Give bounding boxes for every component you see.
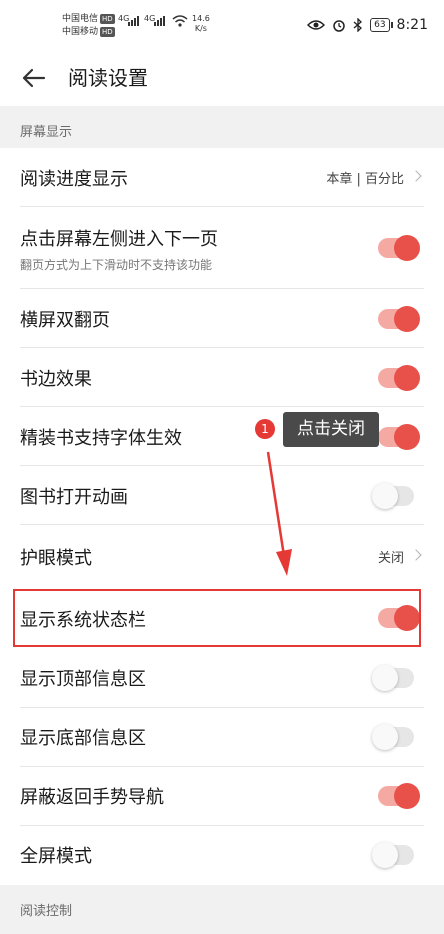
toggle-switch[interactable]: [372, 483, 414, 509]
bluetooth-icon: [353, 18, 363, 32]
setting-label: 图书打开动画: [20, 487, 128, 508]
setting-label: 显示顶部信息区: [20, 669, 146, 690]
toggle-knob: [372, 665, 398, 691]
toggle-knob: [372, 842, 398, 868]
setting-value: 关闭: [377, 551, 404, 566]
setting-fullscreen-mode[interactable]: 全屏模式: [0, 826, 444, 885]
toggle-switch[interactable]: [378, 605, 420, 631]
carrier-2: 中国移动: [62, 27, 99, 37]
app-header: 阅读设置: [0, 52, 444, 106]
setting-tap-left-next-page[interactable]: 点击屏幕左侧进入下一页 翻页方式为上下滑动时不支持该功能: [0, 207, 444, 289]
setting-label: 横屏双翻页: [20, 310, 110, 331]
speed-unit: K/s: [194, 24, 207, 33]
toggle-knob: [394, 365, 420, 391]
toggle-knob: [372, 724, 398, 750]
setting-block-back-gesture[interactable]: 屏蔽返回手势导航: [0, 767, 444, 826]
eye-icon: [307, 20, 326, 30]
setting-label: 阅读进度显示: [20, 169, 128, 190]
wifi-icon: [172, 15, 188, 27]
toggle-knob: [394, 306, 420, 332]
alarm-icon: [333, 20, 345, 32]
clock: 8:21: [396, 17, 428, 33]
setting-label: 精装书支持字体生效: [20, 428, 182, 449]
setting-landscape-double-page[interactable]: 横屏双翻页: [0, 289, 444, 348]
toggle-switch[interactable]: [378, 235, 420, 261]
signal-icon: [128, 16, 139, 26]
toggle-switch[interactable]: [378, 424, 420, 450]
setting-show-system-status-bar[interactable]: 显示系统状态栏: [0, 590, 444, 646]
battery-indicator: 63: [370, 18, 394, 32]
toggle-knob: [394, 424, 420, 450]
step-badge: 1: [255, 419, 275, 439]
setting-book-open-animation[interactable]: 图书打开动画: [0, 466, 444, 525]
back-arrow-icon[interactable]: [20, 64, 48, 92]
section-header-screen-display: 屏幕显示: [0, 106, 444, 148]
section-title: 阅读控制: [20, 904, 73, 919]
chevron-right-icon: [410, 170, 422, 182]
chevron-right-icon: [410, 549, 422, 561]
network-speed: 14.6 K/s: [192, 14, 210, 34]
setting-label: 显示系统状态栏: [20, 610, 146, 631]
setting-label: 护眼模式: [20, 548, 92, 569]
setting-label: 全屏模式: [20, 846, 92, 867]
toggle-knob: [372, 483, 398, 509]
setting-reading-progress[interactable]: 阅读进度显示 本章 | 百分比: [0, 148, 444, 207]
hd-badge: HD: [100, 27, 115, 37]
toggle-switch[interactable]: [378, 306, 420, 332]
setting-show-top-info[interactable]: 显示顶部信息区: [0, 649, 444, 708]
toggle-switch[interactable]: [372, 842, 414, 868]
toggle-switch[interactable]: [378, 783, 420, 809]
annotation-tooltip: 点击关闭: [283, 412, 379, 447]
setting-book-edge-effect[interactable]: 书边效果: [0, 348, 444, 407]
section-title: 屏幕显示: [20, 125, 73, 140]
toggle-knob: [394, 235, 420, 261]
page-title: 阅读设置: [68, 66, 148, 90]
status-bar: 中国电信 HD 中国移动 HD 4G 4G 14.6 K/s 63 8:21: [0, 0, 444, 52]
toggle-switch[interactable]: [372, 665, 414, 691]
carrier-1: 中国电信: [62, 14, 99, 24]
section-header-reading-control: 阅读控制: [0, 885, 444, 934]
setting-value: 本章 | 百分比: [326, 172, 404, 187]
setting-description: 翻页方式为上下滑动时不支持该功能: [20, 258, 213, 272]
toggle-switch[interactable]: [372, 724, 414, 750]
carrier-info: 中国电信 HD 中国移动 HD: [62, 13, 115, 39]
setting-show-bottom-info[interactable]: 显示底部信息区: [0, 708, 444, 767]
setting-eye-care-mode[interactable]: 护眼模式 关闭: [0, 525, 444, 587]
setting-label: 显示底部信息区: [20, 728, 146, 749]
setting-label: 点击屏幕左侧进入下一页: [20, 229, 218, 250]
signal-icon: [154, 16, 165, 26]
setting-label: 书边效果: [20, 369, 92, 390]
toggle-knob: [394, 783, 420, 809]
speed-value: 14.6: [192, 14, 210, 23]
hd-badge: HD: [100, 14, 115, 24]
toggle-switch[interactable]: [378, 365, 420, 391]
setting-label: 屏蔽返回手势导航: [20, 787, 164, 808]
toggle-knob: [394, 605, 420, 631]
